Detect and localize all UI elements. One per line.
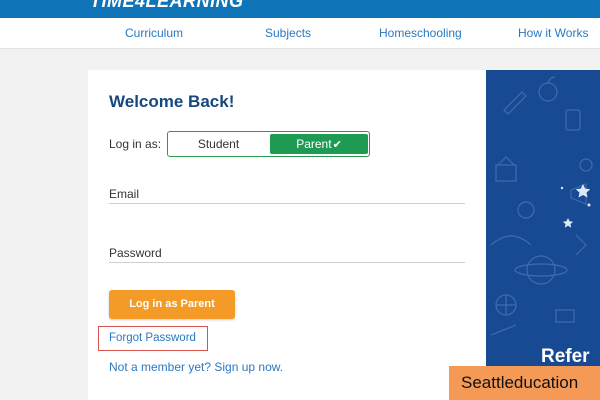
page-title: Welcome Back! bbox=[109, 92, 235, 111]
role-toggle: Student Parent✔ bbox=[167, 131, 370, 157]
password-field[interactable] bbox=[109, 262, 465, 263]
password-label: Password bbox=[109, 246, 162, 260]
forgot-password-link[interactable]: Forgot Password bbox=[98, 326, 208, 351]
watermark-badge: Seattleducation bbox=[449, 366, 600, 400]
apple-icon bbox=[538, 76, 558, 102]
pencil-icon bbox=[503, 91, 527, 115]
refer-promo-panel[interactable]: Refer bbox=[486, 70, 600, 400]
planet-icon bbox=[514, 255, 568, 285]
login-as-label: Log in as: bbox=[109, 137, 162, 151]
email-label: Email bbox=[109, 187, 140, 201]
role-parent-option[interactable]: Parent✔ bbox=[270, 134, 368, 154]
nav-curriculum[interactable]: Curriculum bbox=[125, 26, 183, 40]
nav-how-it-works[interactable]: How it Works bbox=[518, 26, 588, 40]
main-navigation: Curriculum Subjects Homeschooling How it… bbox=[0, 18, 600, 49]
refer-heading: Refer bbox=[541, 346, 590, 367]
site-logo[interactable]: TIME4LEARNING bbox=[90, 0, 244, 12]
top-header-bar: TIME4LEARNING bbox=[0, 0, 600, 18]
nav-subjects[interactable]: Subjects bbox=[265, 26, 311, 40]
role-student-option[interactable]: Student bbox=[168, 132, 269, 156]
login-card: Welcome Back! Log in as: Student Parent✔… bbox=[88, 70, 486, 400]
role-student-label: Student bbox=[197, 137, 240, 151]
role-parent-label: Parent bbox=[296, 137, 332, 151]
check-icon: ✔ bbox=[332, 139, 342, 151]
star-icon bbox=[560, 184, 591, 228]
login-button[interactable]: Log in as Parent bbox=[109, 290, 235, 319]
signup-link[interactable]: Not a member yet? Sign up now. bbox=[109, 360, 283, 374]
email-field[interactable] bbox=[109, 203, 465, 204]
nav-homeschooling[interactable]: Homeschooling bbox=[379, 26, 462, 40]
